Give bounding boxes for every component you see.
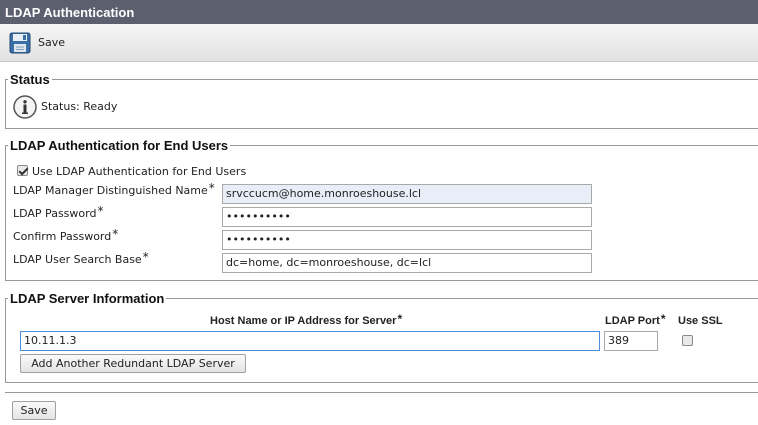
host-input[interactable]: 10.11.1.3	[20, 331, 600, 351]
password-label: LDAP Password*	[13, 204, 104, 220]
port-input[interactable]: 389	[604, 331, 658, 351]
required-mark: *	[397, 312, 403, 326]
info-icon	[13, 95, 37, 119]
required-mark: *	[142, 250, 149, 264]
floppy-disk-icon[interactable]	[9, 32, 31, 54]
password-input[interactable]: ••••••••••	[222, 207, 592, 227]
add-ldap-server-button[interactable]: Add Another Redundant LDAP Server	[20, 354, 246, 373]
page-title: LDAP Authentication	[0, 0, 758, 24]
end-users-legend: LDAP Authentication for End Users	[10, 138, 229, 153]
use-ssl-checkbox[interactable]	[682, 335, 693, 346]
confirm-password-label: Confirm Password*	[13, 227, 119, 243]
use-ldap-checkbox[interactable]	[17, 165, 28, 176]
ssl-column-header: Use SSL	[678, 315, 723, 327]
toolbar-save-button[interactable]: Save	[38, 36, 65, 49]
toolbar: Save	[0, 24, 758, 62]
footer-divider	[5, 392, 758, 393]
search-base-label: LDAP User Search Base*	[13, 250, 149, 266]
use-ldap-label: Use LDAP Authentication for End Users	[32, 165, 247, 178]
required-mark: *	[208, 181, 215, 195]
server-info-legend: LDAP Server Information	[10, 291, 165, 306]
confirm-password-input[interactable]: ••••••••••	[222, 230, 592, 250]
manager-dn-input[interactable]: srvccucm@home.monroeshouse.lcl	[222, 184, 592, 204]
save-button[interactable]: Save	[12, 401, 56, 420]
required-mark: *	[660, 312, 666, 326]
host-column-header: Host Name or IP Address for Server*	[210, 312, 403, 327]
status-section: Status	[5, 72, 758, 129]
required-mark: *	[112, 227, 119, 241]
required-mark: *	[97, 204, 104, 218]
port-column-header: LDAP Port*	[605, 312, 666, 327]
search-base-input[interactable]: dc=home, dc=monroeshouse, dc=lcl	[222, 253, 592, 273]
manager-dn-label: LDAP Manager Distinguished Name*	[13, 181, 215, 197]
status-legend: Status	[10, 72, 50, 87]
status-text: Status: Ready	[41, 100, 118, 113]
